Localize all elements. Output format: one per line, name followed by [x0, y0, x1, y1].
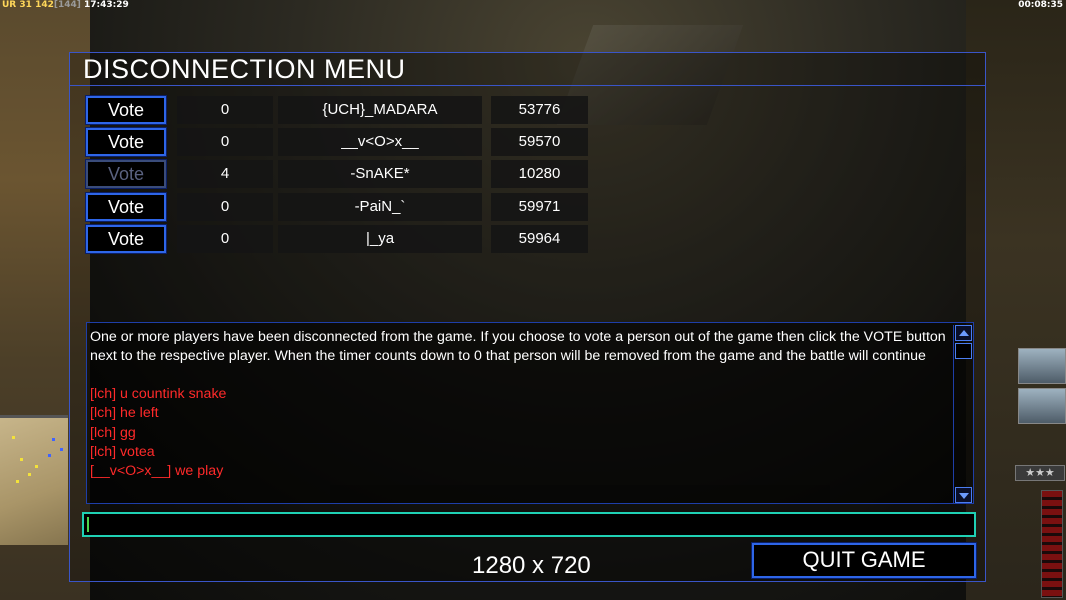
quit-game-button[interactable]: QUIT GAME	[751, 542, 977, 579]
minimap-unit	[28, 473, 31, 476]
minimap-enemy	[60, 448, 63, 451]
scroll-thumb[interactable]	[955, 343, 972, 359]
chat-line: [lch] he left	[90, 405, 159, 422]
scroll-up-arrow-icon[interactable]	[955, 325, 972, 341]
player-port: 10280	[491, 160, 588, 188]
minimap-unit	[35, 465, 38, 468]
vote-count: 4	[177, 160, 273, 188]
player-name: __v<O>x__	[278, 128, 482, 156]
power-meter	[1041, 490, 1063, 598]
chat-input[interactable]	[82, 512, 976, 537]
player-port: 59964	[491, 225, 588, 253]
command-bar: ★★★	[1013, 345, 1066, 600]
minimap-enemy	[48, 454, 51, 457]
chat-scrollbar[interactable]	[953, 325, 972, 503]
minimap-unit	[20, 458, 23, 461]
status-value-c: [144]	[53, 0, 81, 10]
chat-lines: [lch] u countink snake [lch] he left [lc…	[90, 385, 952, 481]
status-value-b: 142	[35, 0, 54, 10]
player-port: 59971	[491, 193, 588, 221]
minimap[interactable]	[0, 415, 68, 545]
vote-button[interactable]: Vote	[85, 95, 167, 125]
system-message: One or more players have been disconnect…	[90, 329, 946, 365]
minimap-enemy	[52, 438, 55, 441]
player-name: |_ya	[278, 225, 482, 253]
vote-button[interactable]: Vote	[85, 127, 167, 157]
vote-count: 0	[177, 96, 273, 124]
text-caret	[87, 517, 89, 532]
vote-button-disabled: Vote	[85, 159, 167, 189]
top-status-left: UR 31 142[144] 17:43:29	[2, 0, 129, 10]
minimap-unit	[16, 480, 19, 483]
disconnection-dialog: DISCONNECTION MENU Vote 0 {UCH}_MADARA 5…	[69, 52, 986, 582]
resolution-label: 1280 x 720	[472, 552, 591, 579]
chat-line: [lch] u countink snake	[90, 386, 227, 402]
player-port: 59570	[491, 128, 588, 156]
player-name: {UCH}_MADARA	[278, 96, 482, 124]
vote-button[interactable]: Vote	[85, 224, 167, 254]
player-name: -SnAKE*	[278, 160, 482, 188]
chat-line: [lch] votea	[90, 443, 155, 460]
vote-count: 0	[177, 225, 273, 253]
aircraft-unit-icon[interactable]	[1018, 348, 1066, 384]
vote-count: 0	[177, 193, 273, 221]
scroll-down-arrow-icon[interactable]	[955, 487, 972, 503]
status-tag: UR	[2, 0, 17, 10]
chat-line: [lch] gg	[90, 424, 136, 441]
chat-line: [__v<O>x__] we play	[90, 463, 224, 480]
dialog-title: DISCONNECTION MENU	[70, 53, 985, 86]
chat-log[interactable]: One or more players have been disconnect…	[86, 322, 974, 504]
status-value-a: 31	[19, 0, 32, 10]
minimap-unit	[12, 436, 15, 439]
player-port: 53776	[491, 96, 588, 124]
rank-stars-icon: ★★★	[1015, 465, 1065, 481]
player-name: -PaiN_`	[278, 193, 482, 221]
vote-button[interactable]: Vote	[85, 192, 167, 222]
status-clock: 17:43:29	[84, 0, 129, 10]
vote-count: 0	[177, 128, 273, 156]
aircraft-unit-icon-2[interactable]	[1018, 388, 1066, 424]
game-timer: 00:08:35	[1018, 0, 1063, 10]
